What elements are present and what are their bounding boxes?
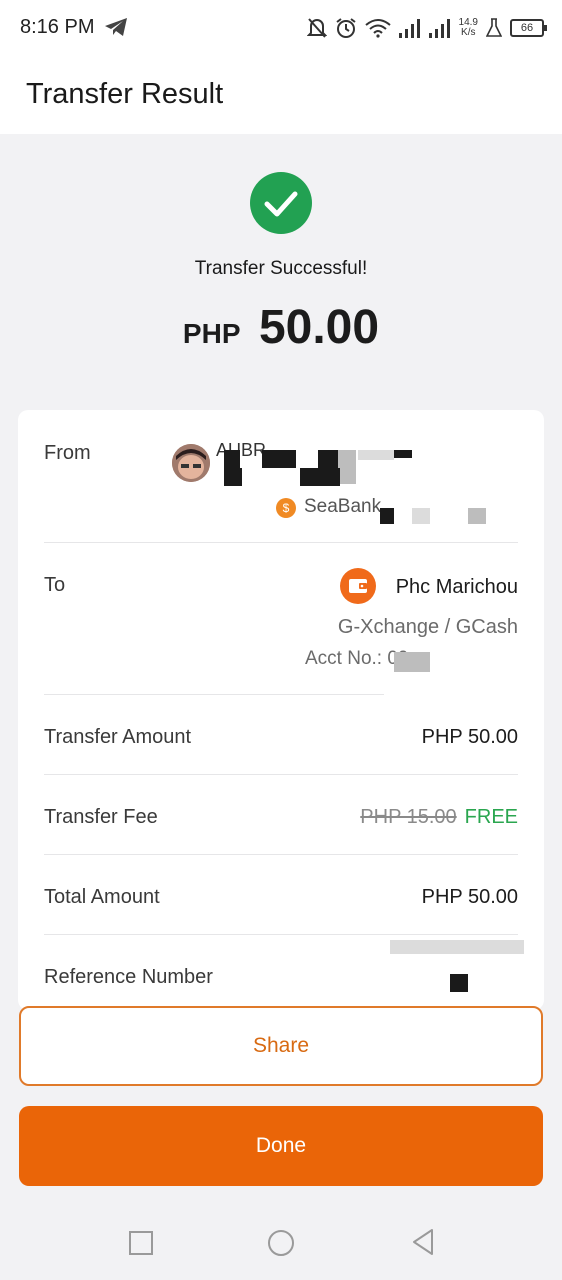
redaction-block — [394, 450, 412, 458]
reference-number-label: Reference Number — [44, 966, 213, 988]
signal-icon — [428, 19, 450, 38]
total-amount-value: PHP 50.00 — [421, 886, 518, 908]
redaction-block — [468, 508, 486, 524]
bell-off-icon — [306, 18, 327, 38]
done-button[interactable]: Done — [19, 1106, 543, 1186]
page-title: Transfer Result — [26, 78, 224, 110]
alarm-icon — [335, 18, 356, 38]
status-time: 8:16 PM — [20, 16, 95, 38]
share-button[interactable]: Share — [19, 1006, 543, 1086]
amount-display: PHP 50.00 — [0, 300, 562, 355]
success-message: Transfer Successful! — [194, 258, 368, 279]
flask-icon — [486, 18, 502, 37]
transfer-fee-label: Transfer Fee — [44, 806, 158, 828]
avatar — [172, 444, 210, 482]
redaction-block — [318, 450, 338, 468]
divider — [44, 934, 518, 935]
transfer-amount-label: Transfer Amount — [44, 726, 192, 748]
to-provider: G-Xchange / GCash — [337, 616, 518, 638]
telegram-icon — [105, 18, 127, 36]
divider — [44, 694, 384, 695]
recent-apps-icon[interactable] — [129, 1231, 153, 1255]
check-circle-icon — [250, 172, 312, 234]
total-amount-label: Total Amount — [44, 886, 160, 908]
from-label: From — [44, 442, 91, 464]
redaction-block — [450, 974, 468, 992]
to-account-number: Acct No.: 09 — [305, 648, 409, 669]
navigation-bar — [0, 1200, 562, 1280]
redaction-block — [262, 450, 296, 468]
network-speed: 14.9 K/s — [458, 17, 478, 38]
redaction-block — [338, 450, 356, 468]
redaction-block — [224, 468, 242, 486]
to-label: To — [44, 574, 66, 596]
home-icon[interactable] — [268, 1230, 294, 1256]
divider — [44, 542, 518, 543]
redaction-block — [300, 468, 340, 486]
battery-icon: 66 — [510, 19, 547, 37]
redaction-block — [358, 450, 394, 460]
transfer-amount-value: PHP 50.00 — [421, 726, 518, 748]
redaction-block — [390, 940, 524, 954]
status-bar: 8:16 PM 14.9 K/s 66 — [0, 0, 562, 56]
seabank-icon: $ — [276, 498, 296, 518]
details-card: From AUBR $ SeaBank To Phc Marichou G-Xc… — [18, 410, 544, 1010]
redaction-block — [394, 652, 430, 672]
redaction-block — [340, 468, 356, 484]
divider — [44, 774, 518, 775]
transfer-fee-original: PHP 15.00 — [360, 806, 457, 828]
from-bank: SeaBank — [304, 496, 382, 517]
back-icon[interactable] — [410, 1228, 436, 1256]
signal-icon — [398, 19, 420, 38]
divider — [44, 854, 518, 855]
transfer-fee-free: FREE — [464, 806, 518, 828]
transfer-fee-value: PHP 15.00 FREE — [360, 806, 518, 829]
amount-currency: PHP — [182, 318, 241, 349]
wallet-icon — [340, 568, 376, 604]
header: Transfer Result — [0, 56, 562, 134]
redaction-block — [412, 508, 430, 524]
to-name: Phc Marichou — [395, 576, 518, 598]
status-icons: 14.9 K/s 66 — [306, 14, 547, 42]
amount-value: 50.00 — [258, 301, 380, 354]
redaction-block — [224, 450, 240, 468]
redaction-block — [380, 508, 394, 524]
wifi-icon — [364, 19, 391, 38]
